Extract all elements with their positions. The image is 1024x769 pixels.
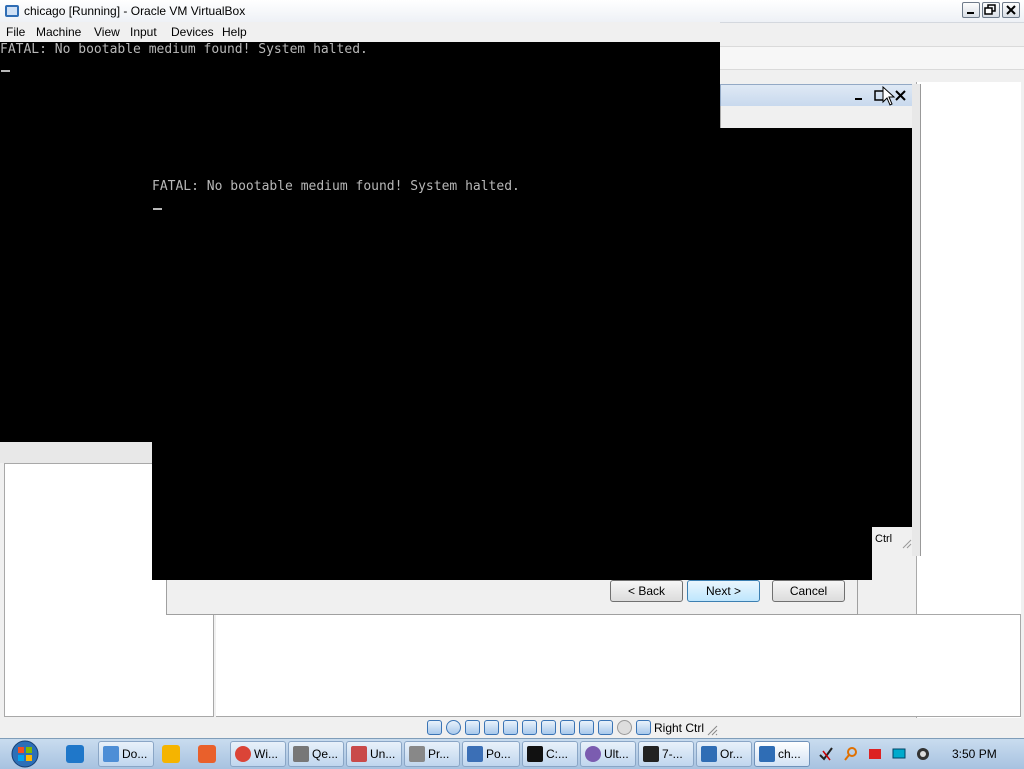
vm-status-bar: Right Ctrl: [420, 718, 720, 738]
taskbar-item[interactable]: Or...: [696, 741, 752, 767]
vm-display-ghost[interactable]: FATAL: No bootable medium found! System …: [152, 128, 912, 528]
menu-file[interactable]: File: [6, 25, 25, 39]
shared-folders-icon[interactable]: [522, 720, 537, 735]
qemu-icon: [293, 745, 309, 762]
search-tray-icon[interactable]: [843, 746, 859, 762]
usb-icon[interactable]: [503, 720, 518, 735]
taskbar-item[interactable]: C:...: [522, 741, 578, 767]
text-cursor: [1, 70, 10, 72]
back-button[interactable]: < Back: [610, 580, 683, 602]
window-title: chicago [Running] - Oracle VM VirtualBox: [24, 4, 246, 18]
resize-grip-icon[interactable]: [706, 724, 718, 736]
dialog-minimize-button[interactable]: [851, 88, 867, 103]
boot-error-message-duplicate: FATAL: No bootable medium found! System …: [152, 179, 520, 194]
vm-display-ghost-bottom: [152, 528, 872, 580]
cmd-icon: [527, 745, 543, 762]
system-clock[interactable]: 3:50 PM: [952, 747, 997, 761]
app-icon: [409, 745, 425, 762]
7zip-icon: [643, 745, 659, 762]
taskbar-item[interactable]: 7-...: [638, 741, 694, 767]
internet-explorer-icon[interactable]: [66, 745, 84, 763]
media-player-icon[interactable]: [162, 745, 180, 763]
taskbar: Do... Wi... Qe... Un... Pr... Po... C:..…: [0, 738, 1024, 769]
background-content-pane: [216, 614, 1021, 717]
hard-disk-icon[interactable]: [427, 720, 442, 735]
menu-view[interactable]: View: [94, 25, 120, 39]
network-icon[interactable]: [484, 720, 499, 735]
boot-error-message: FATAL: No bootable medium found! System …: [0, 42, 368, 57]
minimize-icon: [967, 12, 974, 14]
host-key-icon[interactable]: [636, 720, 651, 735]
next-button[interactable]: Next >: [687, 580, 760, 602]
flag-tray-icon[interactable]: [867, 746, 883, 762]
taskbar-item[interactable]: Wi...: [230, 741, 286, 767]
virtualbox-icon: [701, 745, 717, 762]
text-cursor: [153, 208, 162, 210]
app-icon: [351, 745, 367, 762]
restore-button[interactable]: [982, 2, 1000, 18]
optical-disk-icon[interactable]: [446, 720, 461, 735]
mouse-integration-icon[interactable]: [598, 720, 613, 735]
taskbar-item[interactable]: Un...: [346, 741, 402, 767]
restore-icon: [984, 4, 996, 15]
chrome-doc-icon: [103, 745, 119, 762]
mouse-pointer-icon: [882, 86, 896, 106]
checkmark-tray-icon[interactable]: [818, 746, 834, 762]
cpu-icon[interactable]: [579, 720, 594, 735]
host-key-fragment: Ctrl: [875, 533, 893, 545]
monitor-tray-icon[interactable]: [891, 746, 907, 762]
virtualbox-vm-icon: [759, 745, 775, 762]
speaker-tray-icon[interactable]: [915, 746, 931, 762]
floppy-icon[interactable]: [465, 720, 480, 735]
close-icon: [1006, 5, 1016, 15]
chrome-icon: [235, 745, 251, 762]
minimize-button[interactable]: [962, 2, 980, 18]
virtualbox-icon: [5, 5, 19, 17]
background-left-toolbar: [0, 441, 152, 463]
app-icon: [467, 745, 483, 762]
display-icon[interactable]: [541, 720, 556, 735]
taskbar-item[interactable]: Qe...: [288, 741, 344, 767]
close-button[interactable]: [1002, 2, 1020, 18]
taskbar-item[interactable]: Pr...: [404, 741, 460, 767]
background-dialog-edge: [912, 84, 921, 556]
taskbar-item[interactable]: Do...: [98, 741, 154, 767]
keyboard-capture-icon[interactable]: [617, 720, 632, 735]
host-key-label: Right Ctrl: [654, 721, 705, 735]
start-orb-icon[interactable]: [8, 740, 42, 768]
firefox-icon[interactable]: [198, 745, 216, 763]
resize-grip-icon[interactable]: [900, 537, 912, 549]
video-capture-icon[interactable]: [560, 720, 575, 735]
window-titlebar[interactable]: chicago [Running] - Oracle VM VirtualBox: [0, 0, 1024, 23]
background-window-toolbar: [720, 46, 1024, 70]
menu-input[interactable]: Input: [130, 25, 157, 39]
taskbar-item-active[interactable]: ch...: [754, 741, 810, 767]
menu-devices[interactable]: Devices: [171, 25, 214, 39]
menu-bar: File Machine View Input Devices Help: [0, 22, 720, 42]
app-icon: [585, 745, 601, 762]
menu-help[interactable]: Help: [222, 25, 247, 39]
cancel-button[interactable]: Cancel: [772, 580, 845, 602]
background-dialog-body: [720, 106, 913, 128]
menu-machine[interactable]: Machine: [36, 25, 81, 39]
taskbar-item[interactable]: Ult...: [580, 741, 636, 767]
minimize-icon: [855, 98, 862, 100]
taskbar-item[interactable]: Po...: [462, 741, 520, 767]
